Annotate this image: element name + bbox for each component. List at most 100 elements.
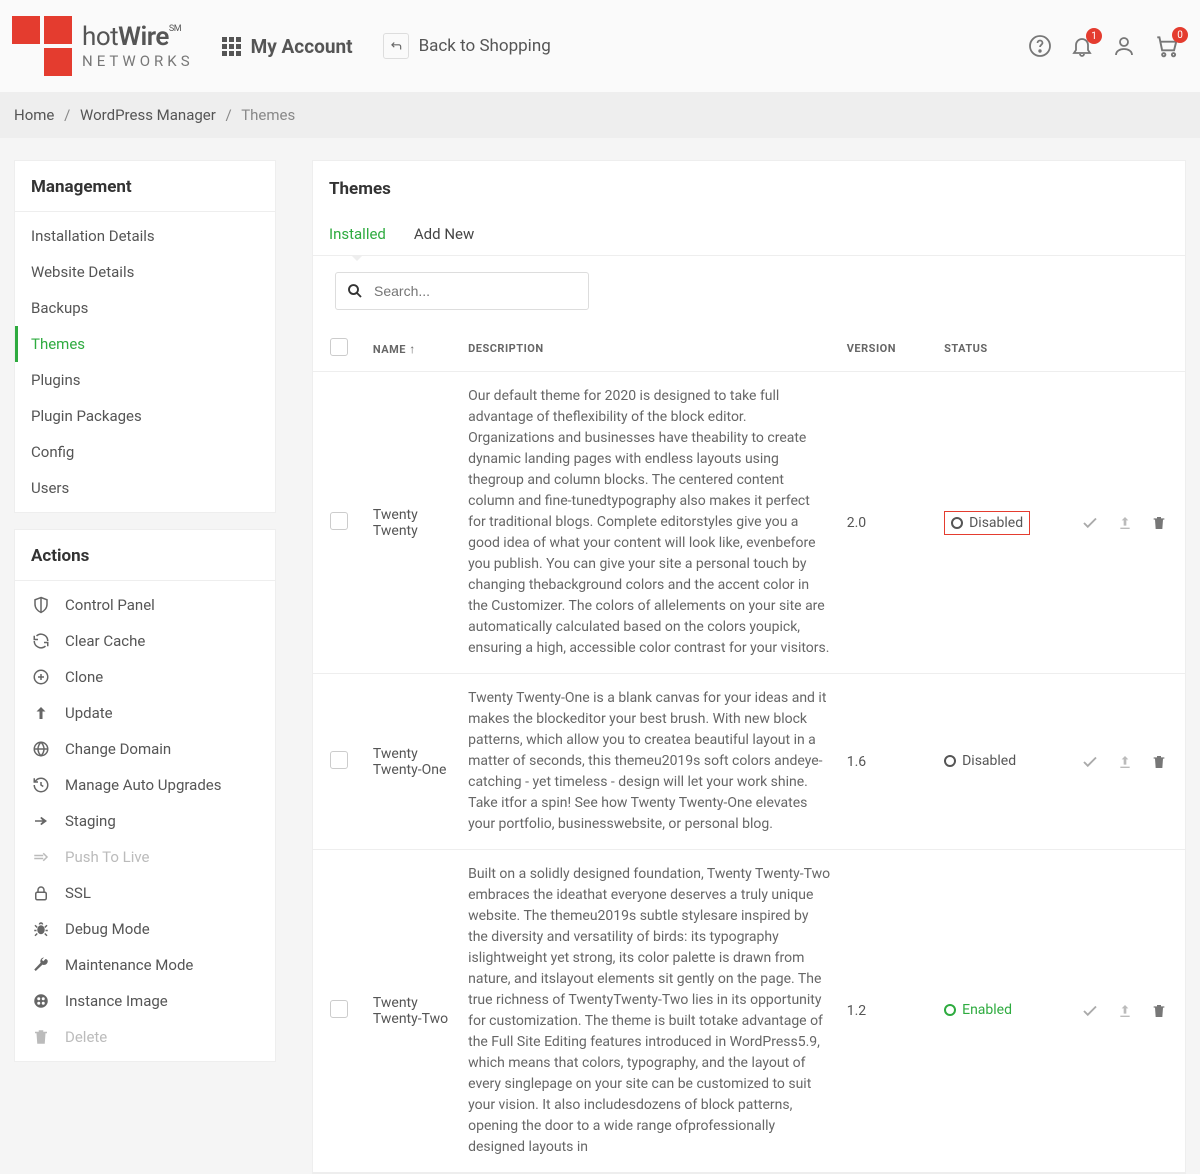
main-content: Themes Installed Add New NAME ↑ DESCRIPT…: [312, 160, 1186, 1174]
activate-button[interactable]: [1081, 514, 1099, 532]
cart-badge: 0: [1172, 27, 1188, 43]
row-checkbox[interactable]: [330, 751, 348, 769]
row-checkbox[interactable]: [330, 1000, 348, 1018]
management-title: Management: [15, 161, 275, 212]
actions-title: Actions: [15, 530, 275, 581]
upload-button[interactable]: [1117, 754, 1133, 770]
table-row: Twenty Twenty-OneTwenty Twenty-One is a …: [313, 674, 1185, 850]
select-all-checkbox[interactable]: [330, 338, 348, 356]
account-button[interactable]: [1112, 34, 1136, 58]
action-label: Update: [65, 704, 113, 722]
upload-button[interactable]: [1117, 1003, 1133, 1019]
status-circle-icon: [944, 1004, 956, 1016]
sidebar-item-backups[interactable]: Backups: [15, 290, 275, 326]
action-item-manage-auto-upgrades[interactable]: Manage Auto Upgrades: [15, 767, 275, 803]
action-item-clone[interactable]: Clone: [15, 659, 275, 695]
arrow-up-icon: [31, 704, 51, 722]
tab-installed[interactable]: Installed: [329, 217, 386, 255]
action-item-control-panel[interactable]: Control Panel: [15, 587, 275, 623]
actions-panel: Actions Control Panel Clear Cache Clone Upd…: [14, 529, 276, 1062]
action-label: Clone: [65, 668, 103, 686]
action-item-maintenance-mode[interactable]: Maintenance Mode: [15, 947, 275, 983]
bug-icon: [31, 920, 51, 938]
action-item-push-to-live: Push To Live: [15, 839, 275, 875]
tabs: Installed Add New: [313, 211, 1185, 256]
action-label: Clear Cache: [65, 632, 145, 650]
activate-button[interactable]: [1081, 1002, 1099, 1020]
back-arrow-icon: [389, 39, 403, 53]
cart-button[interactable]: 0: [1154, 33, 1180, 59]
theme-version: 2.0: [839, 372, 936, 674]
theme-name: Twenty Twenty-Two: [365, 850, 460, 1173]
col-version[interactable]: VERSION: [839, 326, 936, 372]
notifications-button[interactable]: 1: [1070, 34, 1094, 58]
search-input[interactable]: [374, 283, 578, 299]
status-label: Enabled: [962, 1002, 1012, 1018]
breadcrumb-wp-manager[interactable]: WordPress Manager: [80, 106, 216, 124]
theme-version: 1.2: [839, 850, 936, 1173]
action-item-clear-cache[interactable]: Clear Cache: [15, 623, 275, 659]
action-item-delete: Delete: [15, 1019, 275, 1055]
activate-button[interactable]: [1081, 753, 1099, 771]
wrench-icon: [31, 956, 51, 974]
header: hotWireSM NETWORKS My Account Back to Sh…: [0, 0, 1200, 92]
search-icon: [346, 282, 364, 300]
sidebar-item-plugin-packages[interactable]: Plugin Packages: [15, 398, 275, 434]
lock-icon: [31, 884, 51, 902]
col-description[interactable]: DESCRIPTION: [460, 326, 839, 372]
delete-button[interactable]: [1151, 1003, 1167, 1019]
upload-button[interactable]: [1117, 515, 1133, 531]
action-item-staging[interactable]: Staging: [15, 803, 275, 839]
action-item-debug-mode[interactable]: Debug Mode: [15, 911, 275, 947]
management-panel: Management Installation DetailsWebsite D…: [14, 160, 276, 513]
action-label: Push To Live: [65, 848, 150, 866]
search-box: [335, 272, 589, 310]
action-item-change-domain[interactable]: Change Domain: [15, 731, 275, 767]
breadcrumb-current: Themes: [241, 106, 295, 124]
action-item-update[interactable]: Update: [15, 695, 275, 731]
my-account-link[interactable]: My Account: [222, 35, 353, 58]
clone-icon: [31, 668, 51, 686]
logo-mark-icon: [12, 16, 72, 76]
row-checkbox[interactable]: [330, 512, 348, 530]
trash-icon: [31, 1028, 51, 1046]
sidebar-item-website-details[interactable]: Website Details: [15, 254, 275, 290]
sidebar-item-themes[interactable]: Themes: [15, 326, 275, 362]
sidebar-item-config[interactable]: Config: [15, 434, 275, 470]
user-icon: [1112, 34, 1136, 58]
status-toggle[interactable]: Disabled: [944, 511, 1030, 535]
breadcrumb-home[interactable]: Home: [14, 106, 54, 124]
status-toggle[interactable]: Enabled: [944, 1002, 1012, 1018]
delete-button[interactable]: [1151, 515, 1167, 531]
action-item-ssl[interactable]: SSL: [15, 875, 275, 911]
help-icon: [1028, 34, 1052, 58]
sidebar-item-plugins[interactable]: Plugins: [15, 362, 275, 398]
col-status[interactable]: STATUS: [936, 326, 1046, 372]
action-item-instance-image[interactable]: Instance Image: [15, 983, 275, 1019]
refresh-icon: [31, 632, 51, 650]
theme-version: 1.6: [839, 674, 936, 850]
notifications-badge: 1: [1086, 28, 1102, 44]
sidebar-item-users[interactable]: Users: [15, 470, 275, 506]
action-label: Control Panel: [65, 596, 155, 614]
back-button[interactable]: [383, 33, 409, 59]
help-button[interactable]: [1028, 34, 1052, 58]
history-icon: [31, 776, 51, 794]
logo[interactable]: hotWireSM NETWORKS: [12, 16, 222, 76]
action-label: Maintenance Mode: [65, 956, 193, 974]
breadcrumb: Home / WordPress Manager / Themes: [0, 92, 1200, 138]
action-label: Manage Auto Upgrades: [65, 776, 221, 794]
status-toggle[interactable]: Disabled: [944, 753, 1016, 769]
col-name[interactable]: NAME ↑: [365, 326, 460, 372]
back-to-shopping-link[interactable]: Back to Shopping: [419, 36, 551, 56]
tab-add-new[interactable]: Add New: [414, 217, 474, 255]
action-label: Instance Image: [65, 992, 168, 1010]
theme-description: Our default theme for 2020 is designed t…: [460, 372, 839, 674]
sidebar-item-installation-details[interactable]: Installation Details: [15, 218, 275, 254]
status-label: Disabled: [962, 753, 1016, 769]
theme-name: Twenty Twenty-One: [365, 674, 460, 850]
delete-button[interactable]: [1151, 754, 1167, 770]
logo-text: hotWireSM NETWORKS: [82, 22, 194, 70]
action-label: Delete: [65, 1028, 107, 1046]
shield-icon: [31, 596, 51, 614]
